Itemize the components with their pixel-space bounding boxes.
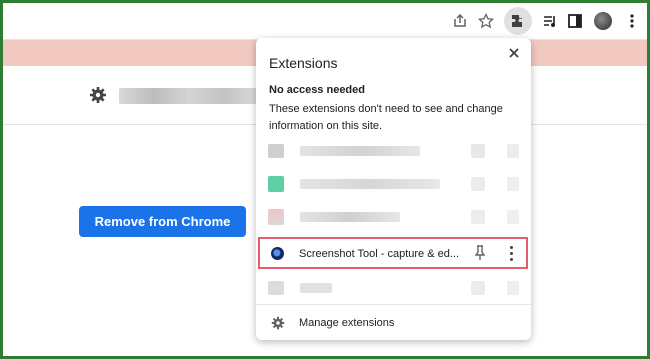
blurred-extension-row[interactable]: [256, 275, 531, 303]
blurred-extension-row[interactable]: [256, 138, 531, 166]
gear-icon: [89, 86, 107, 104]
extensions-popup: Extensions No access needed These extens…: [256, 38, 531, 340]
manage-extensions-link[interactable]: Manage extensions: [299, 317, 394, 329]
share-icon[interactable]: [450, 11, 470, 31]
media-queue-icon[interactable]: [540, 11, 560, 31]
popup-title: Extensions: [269, 55, 338, 71]
blurred-extension-row[interactable]: [256, 204, 531, 232]
star-icon[interactable]: [476, 11, 496, 31]
screenshot-tool-logo: [271, 247, 284, 260]
more-vert-icon[interactable]: [622, 11, 642, 31]
section-description: These extensions don't need to see and c…: [269, 103, 503, 132]
side-panel-icon[interactable]: [565, 11, 585, 31]
extension-row-screenshot-tool[interactable]: Screenshot Tool - capture & ed...: [256, 239, 531, 267]
puzzle-icon[interactable]: [504, 7, 532, 35]
divider: [256, 304, 531, 305]
remove-from-chrome-button[interactable]: Remove from Chrome: [79, 206, 246, 237]
pin-icon[interactable]: [473, 245, 487, 261]
blurred-extension-row[interactable]: [256, 171, 531, 199]
section-heading: No access needed: [269, 84, 365, 96]
extension-name: Screenshot Tool - capture & ed...: [299, 248, 459, 260]
more-vert-icon[interactable]: [509, 246, 515, 262]
browser-toolbar: [3, 3, 647, 40]
blurred-extension-title: [119, 88, 259, 104]
avatar[interactable]: [593, 11, 613, 31]
gear-icon[interactable]: [271, 316, 285, 330]
close-icon[interactable]: [505, 44, 523, 62]
